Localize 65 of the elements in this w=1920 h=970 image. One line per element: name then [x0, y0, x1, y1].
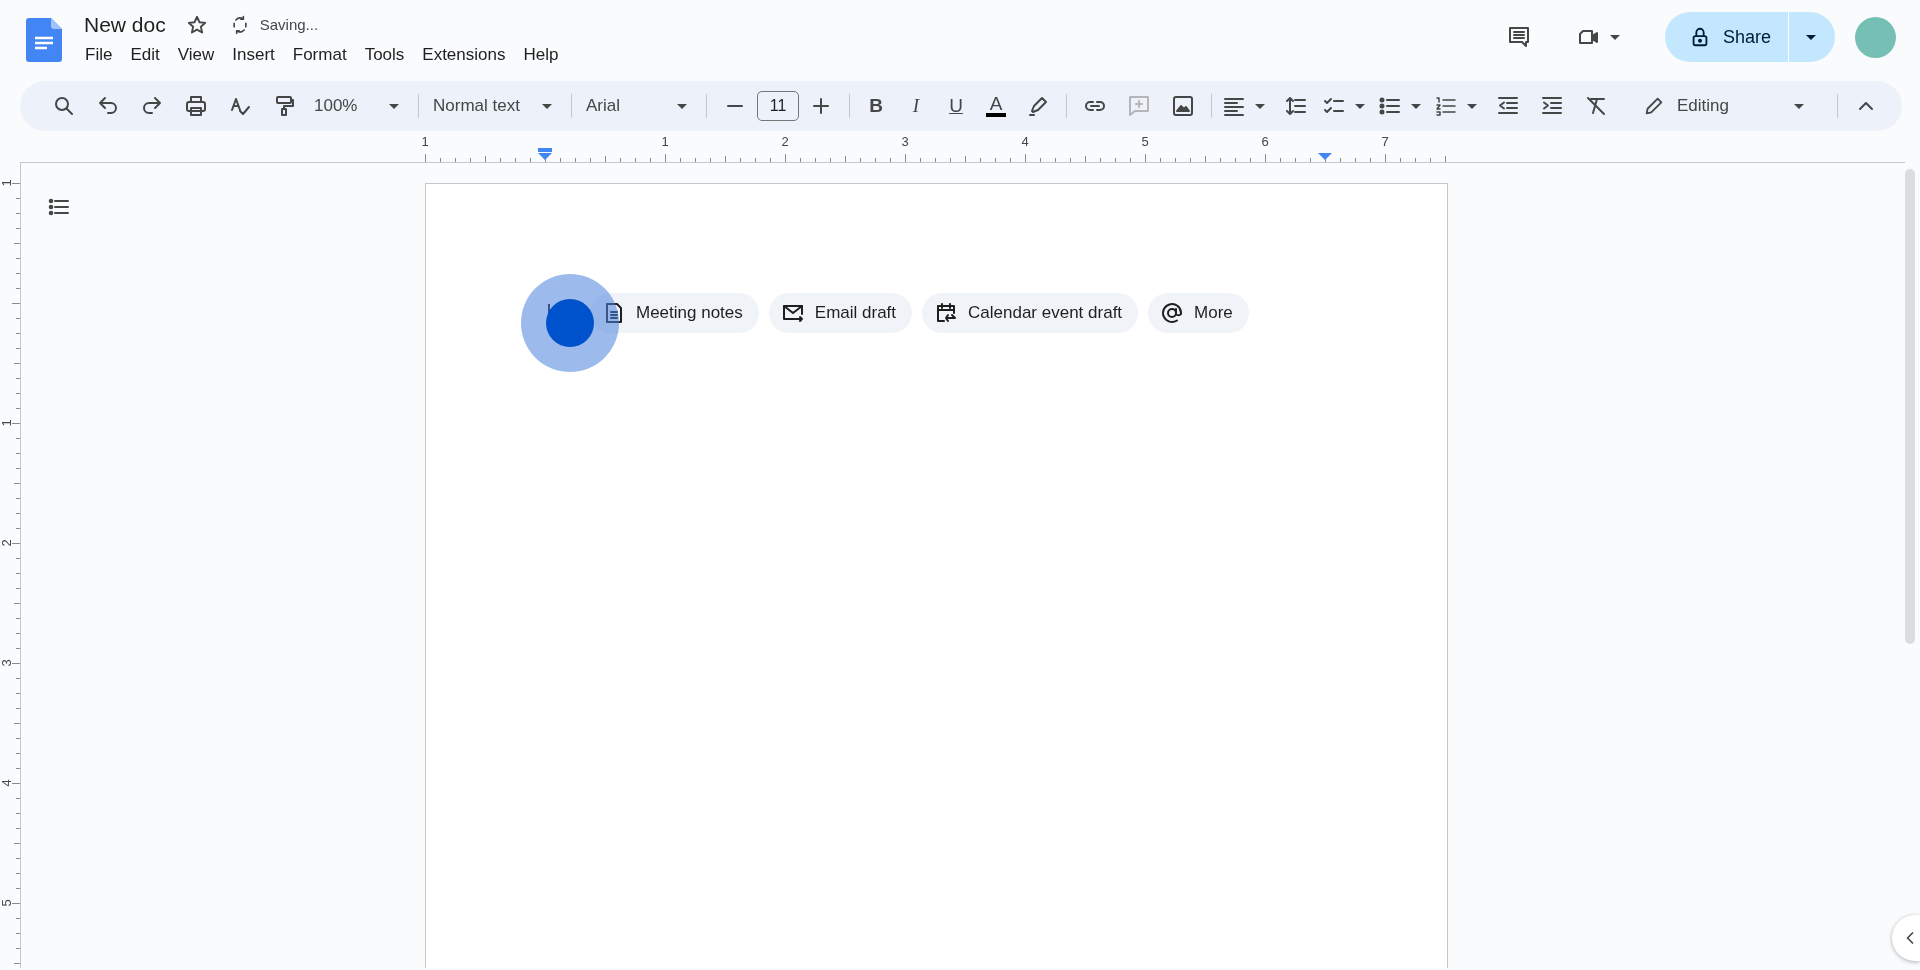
caret-icon: [677, 103, 687, 109]
template-chip[interactable]: Meeting notes: [590, 293, 759, 333]
ruler-number: 5: [0, 899, 14, 907]
bold-button[interactable]: B: [856, 88, 896, 124]
more-chip[interactable]: More: [1148, 293, 1249, 333]
italic-button[interactable]: I: [896, 88, 936, 124]
add-comment-icon: [1127, 94, 1151, 118]
share-button[interactable]: Share: [1664, 12, 1789, 62]
ruler-number: 6: [1261, 134, 1269, 149]
template-chip[interactable]: Email draft: [768, 293, 913, 333]
ruler-number: 4: [0, 779, 14, 787]
at-sign-icon: [1160, 301, 1185, 325]
search-icon: [52, 94, 76, 118]
caret-icon: [1806, 35, 1816, 41]
numbered-list-icon: [1434, 94, 1458, 118]
style-dropdown[interactable]: Normal text: [425, 89, 565, 123]
menu-item[interactable]: File: [76, 40, 122, 70]
template-chip[interactable]: Calendar event draft: [922, 293, 1139, 333]
caret-icon: [1794, 103, 1804, 109]
caret-icon: [542, 103, 552, 109]
ruler-number: 4: [1021, 134, 1029, 149]
side-panel-toggle-button[interactable]: [1892, 915, 1920, 961]
ruler-number: 1: [661, 134, 669, 149]
menu-item[interactable]: Edit: [121, 40, 169, 70]
save-status: Saving...: [259, 14, 319, 35]
menu-item[interactable]: Extensions: [413, 40, 515, 70]
zoom-dropdown[interactable]: 100%: [306, 89, 412, 123]
menu-item[interactable]: Tools: [355, 40, 414, 70]
ruler-number: 1: [421, 134, 429, 149]
ruler-number: 2: [781, 134, 789, 149]
ruler-number: 1: [0, 179, 14, 187]
ruler-number: 3: [0, 659, 14, 667]
indent-marker-icon[interactable]: [538, 148, 552, 160]
line-spacing-icon: [1284, 94, 1308, 118]
caret-icon: [389, 103, 399, 109]
underline-button[interactable]: U: [936, 88, 976, 124]
ruler-number: 7: [1381, 134, 1389, 149]
text-color-button[interactable]: A: [976, 88, 1016, 124]
clear-formatting-icon: [1584, 94, 1608, 118]
docs-logo-icon[interactable]: [26, 18, 62, 62]
image-icon: [1171, 94, 1195, 118]
menu-item[interactable]: View: [168, 40, 224, 70]
menu-item[interactable]: Format: [283, 40, 356, 70]
font-size-field[interactable]: 11: [757, 91, 799, 121]
ruler-number: 5: [1141, 134, 1149, 149]
menu-item[interactable]: Insert: [223, 40, 284, 70]
indent-marker-icon[interactable]: [1318, 153, 1332, 160]
comment-icon: [1506, 25, 1531, 49]
minus-icon: [727, 104, 743, 108]
menu-item[interactable]: Help: [514, 40, 568, 70]
printer-icon: [184, 94, 208, 118]
caret-icon: [1609, 34, 1620, 40]
caret-icon: [1411, 103, 1421, 109]
caret-icon: [1255, 103, 1265, 109]
editing-mode-dropdown[interactable]: Editing: [1635, 87, 1817, 125]
calendar-icon: [934, 301, 959, 325]
caret-icon: [1355, 103, 1365, 109]
font-dropdown[interactable]: Arial: [578, 89, 700, 123]
ruler-number: 1: [0, 419, 14, 427]
document-title[interactable]: New doc: [78, 10, 172, 40]
marker-icon: [1026, 94, 1050, 118]
caret-icon: [1467, 103, 1477, 109]
pencil-icon: [1643, 95, 1665, 117]
ruler-number: 3: [901, 134, 909, 149]
ruler-number: 2: [0, 539, 14, 547]
